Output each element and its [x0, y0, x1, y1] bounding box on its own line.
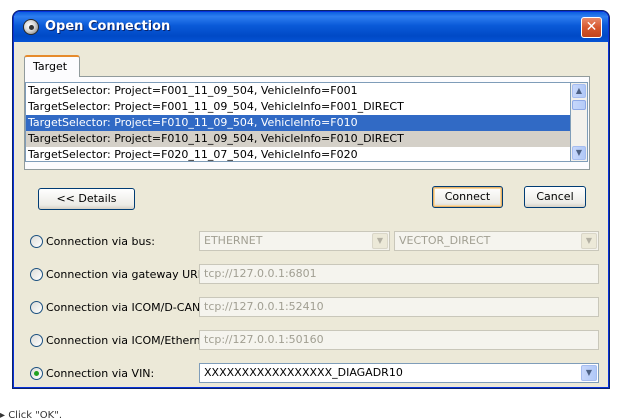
list-item[interactable]: TargetSelector: Project=F001_11_09_504, …: [26, 83, 570, 99]
details-button[interactable]: << Details: [38, 188, 135, 210]
list-item[interactable]: TargetSelector: Project=F020_11_07_504, …: [26, 147, 570, 161]
instruction-note: ▸ Click "OK".: [0, 410, 63, 418]
window-title: Open Connection: [45, 19, 171, 34]
list-item[interactable]: TargetSelector: Project=F001_11_09_504, …: [26, 99, 570, 115]
connection-icon: [23, 19, 39, 35]
gateway-radio[interactable]: [30, 268, 43, 281]
cancel-button[interactable]: Cancel: [524, 186, 586, 208]
tab-target[interactable]: Target: [24, 55, 80, 77]
close-button[interactable]: ✕: [581, 17, 602, 38]
bus-interface-value: VECTOR_DIRECT: [399, 234, 491, 247]
scroll-down-icon[interactable]: ▼: [572, 146, 586, 160]
target-list[interactable]: TargetSelector: Project=F001_11_09_504, …: [25, 82, 571, 162]
chevron-down-icon[interactable]: ▼: [581, 365, 597, 381]
bus-label: Connection via bus:: [46, 235, 155, 248]
scrollbar-thumb[interactable]: [572, 100, 586, 110]
icom-dcan-label: Connection via ICOM/D-CAN:: [46, 301, 204, 314]
connect-button[interactable]: Connect: [432, 186, 503, 208]
title-bar[interactable]: Open Connection ✕: [14, 12, 608, 42]
gateway-url-field[interactable]: tcp://127.0.0.1:6801: [199, 264, 599, 284]
scroll-up-icon[interactable]: ▲: [572, 84, 586, 98]
icom-ethernet-label: Connection via ICOM/Ethernet:: [46, 334, 216, 347]
icom-dcan-field[interactable]: tcp://127.0.0.1:52410: [199, 297, 599, 317]
chevron-down-icon[interactable]: ▼: [581, 233, 597, 249]
list-item[interactable]: TargetSelector: Project=F010_11_09_504, …: [26, 131, 570, 147]
vin-label: Connection via VIN:: [46, 367, 155, 380]
vin-radio[interactable]: [30, 367, 43, 380]
icom-ethernet-field[interactable]: tcp://127.0.0.1:50160: [199, 330, 599, 350]
bus-type-value: ETHERNET: [204, 234, 263, 247]
vin-select[interactable]: XXXXXXXXXXXXXXXXX_DIAGADR10 ▼: [199, 363, 599, 383]
chevron-down-icon[interactable]: ▼: [372, 233, 388, 249]
bus-type-select[interactable]: ETHERNET ▼: [199, 231, 390, 251]
close-icon: ✕: [585, 19, 598, 35]
list-scrollbar[interactable]: ▲ ▼: [571, 82, 588, 162]
vin-value: XXXXXXXXXXXXXXXXX_DIAGADR10: [204, 366, 403, 379]
bus-radio[interactable]: [30, 235, 43, 248]
list-item-selected[interactable]: TargetSelector: Project=F010_11_09_504, …: [26, 115, 570, 131]
icom-dcan-radio[interactable]: [30, 301, 43, 314]
gateway-label: Connection via gateway URL:: [46, 268, 208, 281]
bus-interface-select[interactable]: VECTOR_DIRECT ▼: [394, 231, 599, 251]
icom-ethernet-radio[interactable]: [30, 334, 43, 347]
